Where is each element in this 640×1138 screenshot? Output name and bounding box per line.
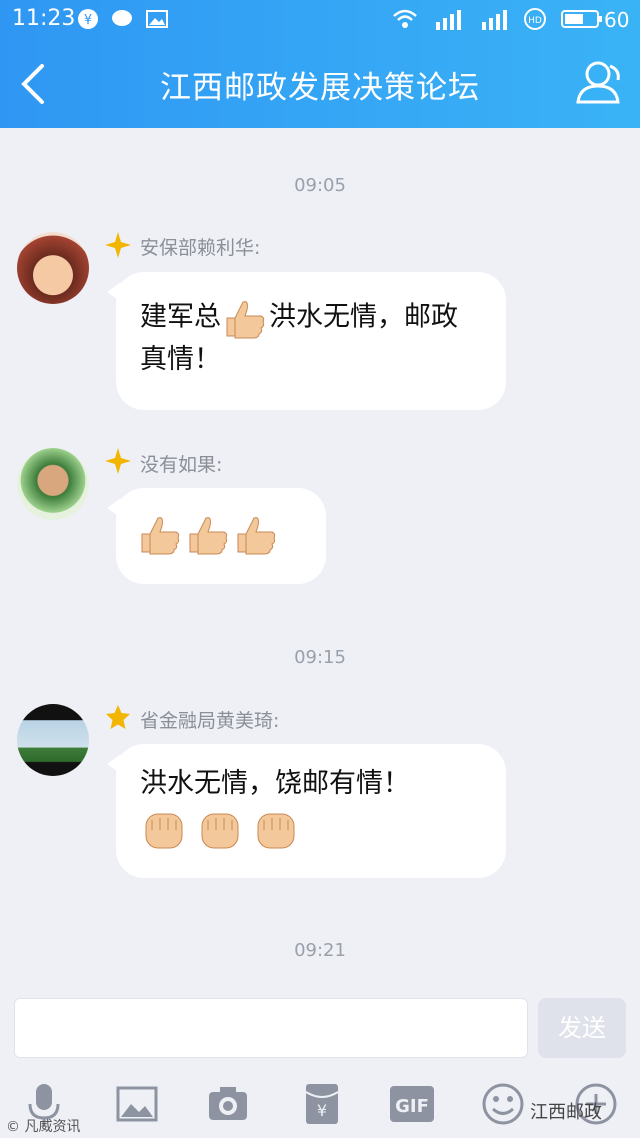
camera-icon[interactable] — [206, 1082, 250, 1126]
svg-text:¥: ¥ — [317, 1101, 327, 1120]
gif-icon[interactable]: GIF — [390, 1082, 434, 1126]
gallery-icon — [146, 10, 168, 28]
battery-icon — [561, 10, 602, 28]
message-text: 建军总 — [140, 301, 221, 333]
chat-header: 江西邮政发展决策论坛 — [0, 40, 640, 128]
hd-icon: HD — [524, 8, 546, 30]
watermark-left: © 凡威资讯 — [6, 1119, 81, 1135]
sender-name: 安保部赖利华: — [140, 237, 261, 259]
thumbs-up-icon — [226, 301, 265, 339]
message-text: 洪水无情，饶邮有情！ — [140, 768, 410, 799]
message-bubble[interactable]: 建军总 洪水无情，邮政 真情！ — [107, 272, 506, 410]
emoji-icon[interactable] — [481, 1082, 525, 1126]
yuan-icon: ¥ — [78, 9, 98, 29]
battery-level: 60 — [604, 8, 630, 32]
avatar[interactable] — [17, 704, 89, 776]
status-bar: 11:23 ¥ HD 60 — [0, 0, 640, 40]
member-badge-icon — [105, 448, 131, 474]
timestamp: 09:15 — [294, 647, 346, 668]
thumbs-up-icon — [237, 517, 276, 555]
status-time: 11:23 — [12, 6, 76, 31]
message-input[interactable] — [14, 998, 528, 1058]
sender-name: 没有如果: — [140, 454, 223, 476]
fist-icon — [201, 813, 239, 849]
member-badge-icon — [106, 705, 130, 729]
svg-text:GIF: GIF — [395, 1096, 429, 1117]
sender-name: 省金融局黄美琦: — [140, 710, 280, 732]
watermark-right: 江西邮政 — [530, 1102, 602, 1123]
wifi-icon — [393, 9, 417, 28]
chat-icon — [112, 10, 132, 26]
svg-text:HD: HD — [528, 16, 542, 26]
thumbs-up-icon — [141, 517, 180, 555]
avatar[interactable] — [17, 448, 89, 520]
timestamp: 09:05 — [294, 175, 346, 196]
send-button[interactable]: 发送 — [538, 998, 626, 1058]
message-text: 真情！ — [140, 344, 221, 375]
red-packet-icon[interactable]: ¥ — [300, 1082, 344, 1126]
group-members-icon[interactable] — [574, 58, 626, 106]
avatar[interactable] — [17, 232, 89, 304]
signal-4g-icon — [436, 10, 461, 30]
fist-icon — [257, 813, 295, 849]
fist-icon — [145, 813, 183, 849]
svg-text:¥: ¥ — [84, 13, 92, 28]
timestamp: 09:21 — [294, 940, 346, 961]
message-bubble[interactable] — [107, 488, 326, 584]
signal-icon — [482, 10, 507, 30]
message-text: 洪水无情，邮政 — [269, 301, 458, 333]
image-icon[interactable] — [115, 1082, 159, 1126]
message-bubble[interactable]: 洪水无情，饶邮有情！ — [107, 744, 506, 878]
thumbs-up-icon — [189, 517, 228, 555]
member-badge-icon — [105, 232, 131, 258]
page-title: 江西邮政发展决策论坛 — [160, 70, 480, 106]
